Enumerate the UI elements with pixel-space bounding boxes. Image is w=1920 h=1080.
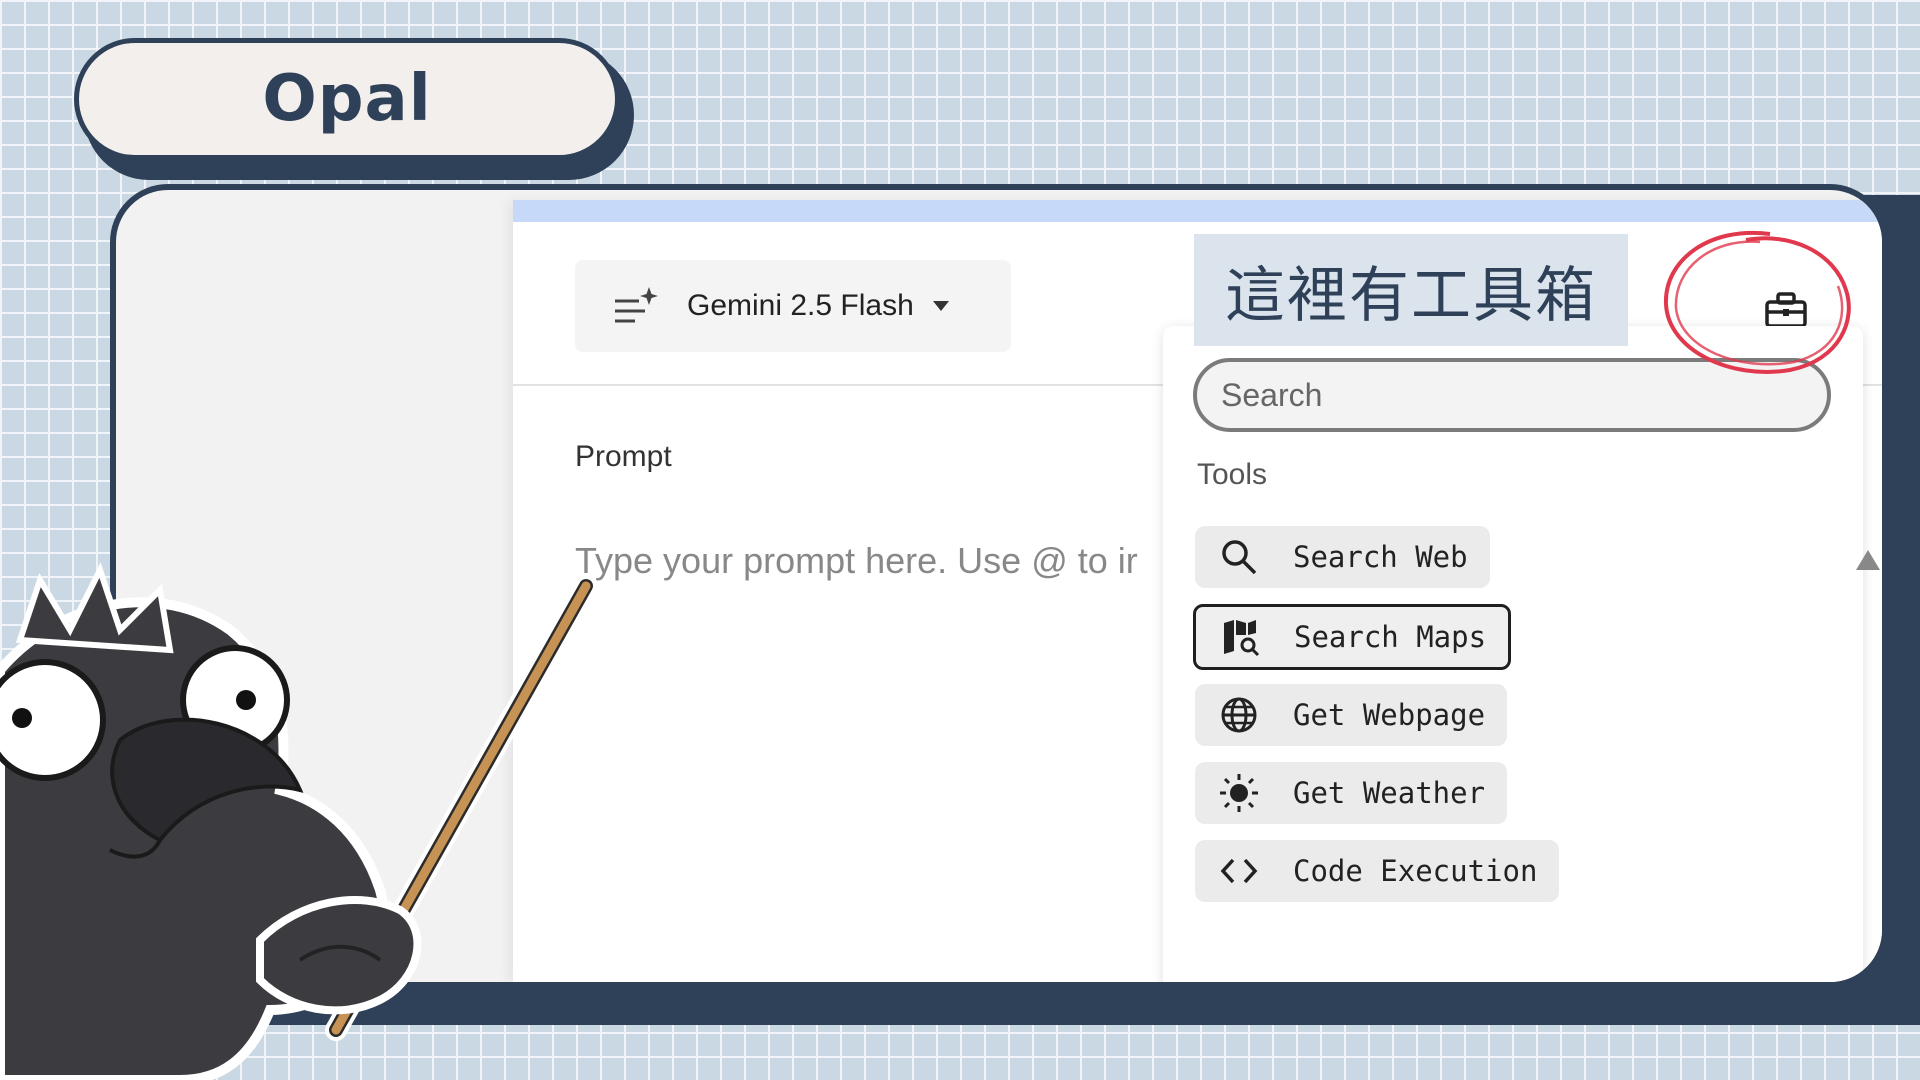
prompt-label: Prompt: [575, 440, 672, 473]
tool-label: Code Execution: [1293, 854, 1538, 888]
tool-code-execution[interactable]: Code Execution: [1195, 840, 1560, 902]
annotation-callout: 這裡有工具箱: [1194, 234, 1628, 346]
scrollbar-arrow[interactable]: [1856, 550, 1880, 570]
map-search-icon: [1224, 620, 1260, 657]
sun-icon: [1220, 774, 1258, 812]
tool-label: Search Maps: [1294, 620, 1487, 654]
slide-title-pill: Opal: [74, 38, 620, 160]
code-icon: [1220, 858, 1258, 884]
tools-section-heading: Tools: [1197, 458, 1268, 491]
tool-search-web[interactable]: Search Web: [1195, 526, 1490, 588]
slide-title: Opal: [262, 62, 432, 136]
tool-search-maps[interactable]: Search Maps: [1193, 604, 1512, 670]
tools-search-input[interactable]: [1193, 358, 1831, 432]
app-top-accent-bar: [513, 200, 1882, 222]
tools-dropdown: Tools Search Web Search Maps: [1163, 326, 1863, 982]
sparkle-list-icon: [615, 287, 658, 323]
tool-get-webpage[interactable]: Get Webpage: [1195, 684, 1508, 746]
crow-mascot-illustration: [0, 562, 597, 1080]
prompt-input[interactable]: Type your prompt here. Use @ to ir: [575, 540, 1155, 582]
model-name: Gemini 2.5 Flash: [687, 289, 914, 322]
model-selector[interactable]: Gemini 2.5 Flash: [575, 260, 1011, 352]
toolbox-icon[interactable]: [1763, 290, 1809, 330]
annotation-text: 這裡有工具箱: [1225, 260, 1597, 331]
tool-label: Get Weather: [1293, 776, 1486, 810]
search-icon: [1222, 540, 1257, 575]
chevron-down-icon: [932, 301, 949, 311]
tool-get-weather[interactable]: Get Weather: [1195, 762, 1508, 824]
globe-icon: [1221, 697, 1257, 733]
tool-label: Get Webpage: [1293, 698, 1486, 732]
tool-label: Search Web: [1293, 540, 1468, 574]
